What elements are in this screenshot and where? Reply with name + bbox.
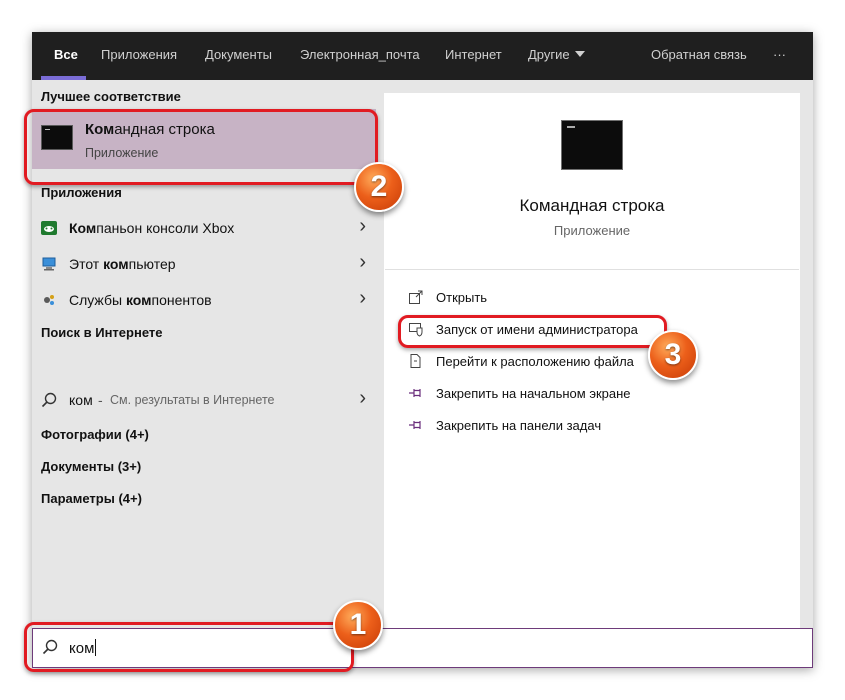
action-open-file-location[interactable]: Перейти к расположению файла [408,351,788,375]
action-open[interactable]: Открыть [408,287,788,311]
chevron-right-icon[interactable]: › [359,288,366,308]
app-item-label: Службы компонентов [69,292,212,308]
pin-taskbar-icon [408,417,424,433]
xbox-icon [41,221,57,235]
chevron-down-icon [574,51,585,57]
feedback-link[interactable]: Обратная связь [651,32,747,80]
open-icon [408,289,424,305]
filter-tabs-bar: Все Приложения Документы Электронная_поч… [32,32,813,80]
web-search-separator: - [98,392,103,408]
highlight-best-match [24,109,378,185]
web-search-item[interactable]: ком - См. результаты в Интернете › [32,383,376,417]
web-search-description: См. результаты в Интернете [110,393,275,407]
tab-all[interactable]: Все [54,32,78,80]
action-label: Закрепить на панели задач [436,418,602,433]
chevron-right-icon[interactable]: › [359,388,366,408]
pin-start-icon [408,385,424,401]
details-pane: Командная строка Приложение Открыть Запу… [384,93,800,628]
app-item-label: Компаньон консоли Xbox [69,220,235,236]
highlight-search-bar [24,622,354,672]
app-item-component-services[interactable]: Службы компонентов › [32,283,376,317]
chevron-right-icon[interactable]: › [359,252,366,272]
more-options-button[interactable]: ··· [773,32,786,80]
photos-category[interactable]: Фотографии (4+) [41,427,149,442]
details-subtitle: Приложение [553,223,631,238]
app-item-xbox-companion[interactable]: Компаньон консоли Xbox › [32,211,376,245]
action-label: Открыть [436,290,488,305]
step-badge-3: 3 [648,330,698,380]
tab-internet[interactable]: Интернет [445,32,502,80]
best-match-heading: Лучшее соответствие [41,89,181,104]
action-pin-to-taskbar[interactable]: Закрепить на панели задач [408,415,788,439]
tab-other[interactable]: Другие [528,32,585,80]
tab-documents[interactable]: Документы [205,32,272,80]
component-services-icon [41,293,57,307]
chevron-right-icon[interactable]: › [359,216,366,236]
tab-apps[interactable]: Приложения [101,32,177,80]
file-location-icon [408,353,424,369]
action-pin-to-start[interactable]: Закрепить на начальном экране [408,383,788,407]
step-badge-2: 2 [354,162,404,212]
action-label: Закрепить на начальном экране [436,386,631,401]
computer-icon [41,257,57,271]
action-label: Перейти к расположению файла [436,354,634,369]
highlight-run-as-admin [398,315,667,348]
step-badge-1: 1 [333,600,383,650]
web-search-heading: Поиск в Интернете [41,325,163,340]
web-search-query: ком [69,392,93,408]
settings-category[interactable]: Параметры (4+) [41,491,142,506]
apps-heading: Приложения [41,185,122,200]
tab-other-label: Другие [528,47,570,62]
command-prompt-icon [561,120,623,170]
details-title: Командная строка [519,196,665,215]
divider [385,269,799,270]
search-icon [41,392,57,408]
documents-category[interactable]: Документы (3+) [41,459,141,474]
tab-email[interactable]: Электронная_почта [300,32,420,80]
app-item-this-pc[interactable]: Этот компьютер › [32,247,376,281]
app-item-label: Этот компьютер [69,256,176,272]
